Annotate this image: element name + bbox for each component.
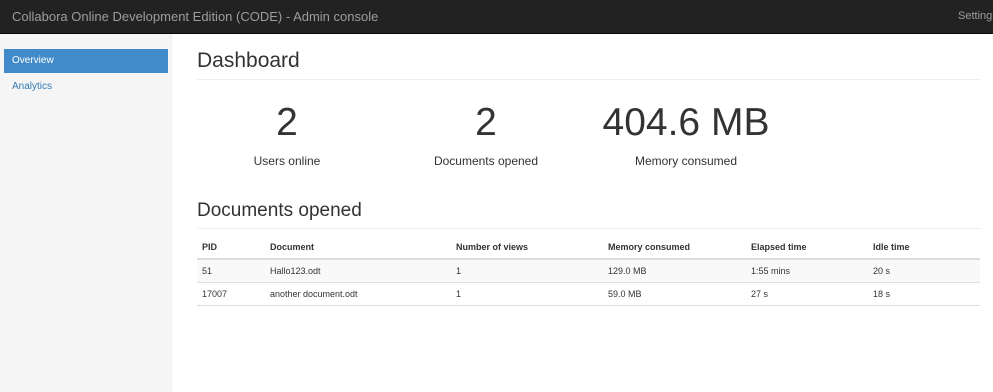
cell-pid: 17007: [197, 282, 265, 306]
title-divider: [197, 79, 980, 80]
cell-memory: 59.0 MB: [603, 282, 746, 306]
cell-idle: 18 s: [868, 282, 980, 306]
column-header-document[interactable]: Document: [265, 236, 451, 260]
sidebar-item-analytics[interactable]: Analytics: [4, 75, 168, 99]
stat-documents-opened: 2 Documents opened: [396, 100, 576, 168]
documents-table: PID Document Number of views Memory cons…: [197, 236, 980, 306]
settings-link[interactable]: Settings: [958, 10, 993, 22]
table-row[interactable]: 51 Hallo123.odt 1 129.0 MB 1:55 mins 20 …: [197, 259, 980, 283]
stat-value: 404.6 MB: [602, 101, 770, 144]
table-row[interactable]: 17007 another document.odt 1 59.0 MB 27 …: [197, 282, 980, 306]
cell-idle: 20 s: [868, 259, 980, 283]
cell-views: 1: [451, 282, 603, 306]
cell-document: another document.odt: [265, 282, 451, 306]
stat-value: 2: [475, 101, 497, 144]
cell-document: Hallo123.odt: [265, 259, 451, 283]
stat-label: Documents opened: [433, 154, 539, 168]
stat-memory-consumed: 404.6 MB Memory consumed: [596, 100, 776, 168]
sidebar-nav: Overview Analytics: [4, 49, 168, 101]
cell-elapsed: 27 s: [746, 282, 868, 306]
top-navbar: Collabora Online Development Edition (CO…: [0, 0, 993, 34]
page-title: Dashboard: [197, 49, 300, 72]
stat-label: Users online: [253, 154, 321, 168]
section-title-documents: Documents opened: [197, 200, 362, 221]
table-header-row: PID Document Number of views Memory cons…: [197, 236, 980, 260]
column-header-memory[interactable]: Memory consumed: [603, 236, 746, 260]
stat-label: Memory consumed: [634, 154, 738, 168]
sidebar-item-overview[interactable]: Overview: [4, 49, 168, 73]
cell-pid: 51: [197, 259, 265, 283]
app-title[interactable]: Collabora Online Development Edition (CO…: [12, 9, 378, 24]
sidebar: Overview Analytics: [0, 34, 172, 392]
cell-views: 1: [451, 259, 603, 283]
stat-value: 2: [276, 101, 298, 144]
column-header-pid[interactable]: PID: [197, 236, 265, 260]
section-divider: [197, 228, 980, 229]
column-header-idle[interactable]: Idle time: [868, 236, 980, 260]
column-header-elapsed[interactable]: Elapsed time: [746, 236, 868, 260]
cell-memory: 129.0 MB: [603, 259, 746, 283]
cell-elapsed: 1:55 mins: [746, 259, 868, 283]
column-header-views[interactable]: Number of views: [451, 236, 603, 260]
stat-users-online: 2 Users online: [197, 100, 377, 168]
